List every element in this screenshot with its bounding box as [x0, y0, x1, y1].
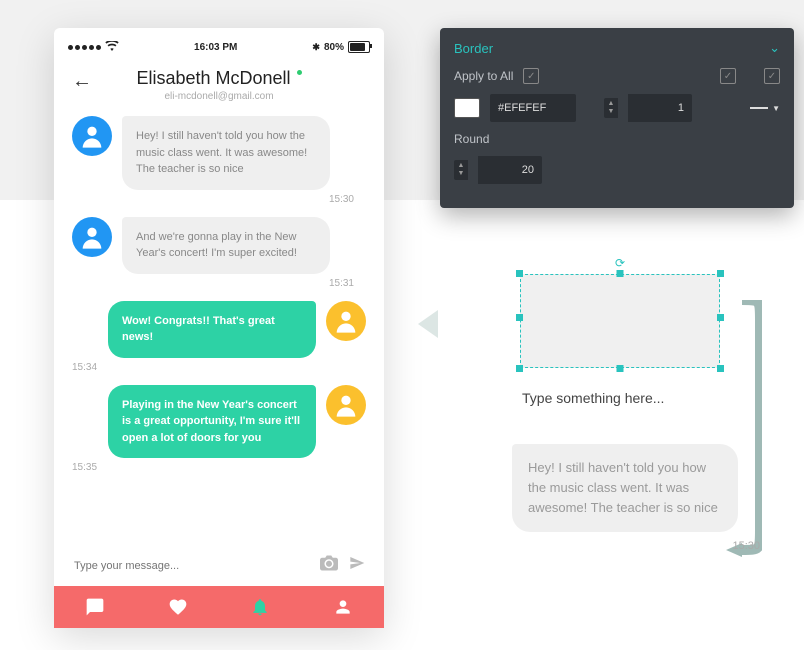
back-arrow-icon[interactable]: ←: [72, 70, 92, 93]
width-input[interactable]: [628, 94, 692, 122]
resize-handle[interactable]: [516, 314, 523, 321]
bluetooth-icon: ✱: [312, 42, 320, 53]
tab-notifications[interactable]: [219, 586, 302, 628]
apply-all-label: Apply to All: [454, 69, 513, 83]
status-bar: 16:03 PM ✱ 80%: [54, 28, 384, 60]
message-bubble: Playing in the New Year's concert is a g…: [108, 385, 316, 459]
resize-handle[interactable]: [617, 365, 624, 372]
signal-icon: [68, 45, 101, 50]
tab-bar: [54, 586, 384, 628]
avatar[interactable]: [72, 116, 112, 156]
round-input[interactable]: [478, 156, 542, 184]
example-time: 15:30: [470, 540, 760, 552]
example-bubble: Hey! I still haven't told you how the mu…: [512, 444, 738, 532]
message-bubble: And we're gonna play in the New Year's c…: [122, 217, 330, 274]
color-swatch[interactable]: [454, 98, 480, 118]
canvas-selected-shape[interactable]: ⟳: [520, 260, 720, 368]
round-label: Round: [454, 132, 489, 146]
width-stepper[interactable]: ▲▼: [604, 98, 618, 118]
panel-title: Border: [454, 41, 493, 56]
message-time: 15:35: [72, 462, 366, 473]
chat-title: Elisabeth McDonell: [136, 68, 290, 89]
tab-chats[interactable]: [54, 586, 137, 628]
resize-handle[interactable]: [717, 365, 724, 372]
hex-input[interactable]: [490, 94, 576, 122]
avatar[interactable]: [326, 385, 366, 425]
message-time: 15:30: [72, 194, 366, 205]
message-row: Hey! I still haven't told you how the mu…: [72, 116, 366, 190]
message-time: 15:34: [72, 362, 366, 373]
messages-list: Hey! I still haven't told you how the mu…: [54, 112, 384, 547]
round-stepper[interactable]: ▲▼: [454, 160, 468, 180]
resize-handle[interactable]: [717, 314, 724, 321]
side-checkbox-a[interactable]: ✓: [720, 68, 736, 84]
camera-icon[interactable]: [320, 555, 338, 576]
chat-header: ← Elisabeth McDonell eli-mcdonell@gmail.…: [54, 60, 384, 112]
message-time: 15:31: [72, 278, 366, 289]
rotate-icon[interactable]: ⟳: [615, 256, 625, 270]
battery-icon: [348, 41, 370, 53]
phone-frame: 16:03 PM ✱ 80% ← Elisabeth McDonell eli-…: [54, 28, 384, 628]
apply-all-checkbox[interactable]: ✓: [523, 68, 539, 84]
online-dot-icon: [297, 70, 302, 75]
message-row: And we're gonna play in the New Year's c…: [72, 217, 366, 274]
avatar[interactable]: [326, 301, 366, 341]
resize-handle[interactable]: [717, 270, 724, 277]
resize-handle[interactable]: [617, 270, 624, 277]
border-panel: Border ⌄ Apply to All ✓ ✓ ✓ ▲▼ ▼ Round ▲…: [440, 28, 794, 208]
tab-favorites[interactable]: [137, 586, 220, 628]
design-arrow-left-icon: [418, 310, 438, 338]
send-icon[interactable]: [348, 555, 366, 576]
message-bubble: Hey! I still haven't told you how the mu…: [122, 116, 330, 190]
chat-subtitle: eli-mcdonell@gmail.com: [54, 91, 384, 102]
panel-header[interactable]: Border ⌄: [454, 28, 780, 68]
message-input[interactable]: [72, 559, 310, 573]
message-bubble: Wow! Congrats!! That's great news!: [108, 301, 316, 358]
message-row: Playing in the New Year's concert is a g…: [72, 385, 366, 459]
stroke-style-select[interactable]: ▼: [750, 104, 780, 113]
battery-pct: 80%: [324, 42, 344, 53]
canvas-placeholder-text[interactable]: Type something here...: [522, 390, 770, 406]
tab-profile[interactable]: [302, 586, 385, 628]
wifi-icon: [105, 41, 119, 54]
side-checkbox-b[interactable]: ✓: [764, 68, 780, 84]
status-time: 16:03 PM: [194, 42, 237, 53]
chevron-down-icon[interactable]: ⌄: [769, 40, 780, 56]
avatar[interactable]: [72, 217, 112, 257]
message-row: Wow! Congrats!! That's great news!: [72, 301, 366, 358]
resize-handle[interactable]: [516, 270, 523, 277]
message-input-bar: [54, 547, 384, 586]
resize-handle[interactable]: [516, 365, 523, 372]
